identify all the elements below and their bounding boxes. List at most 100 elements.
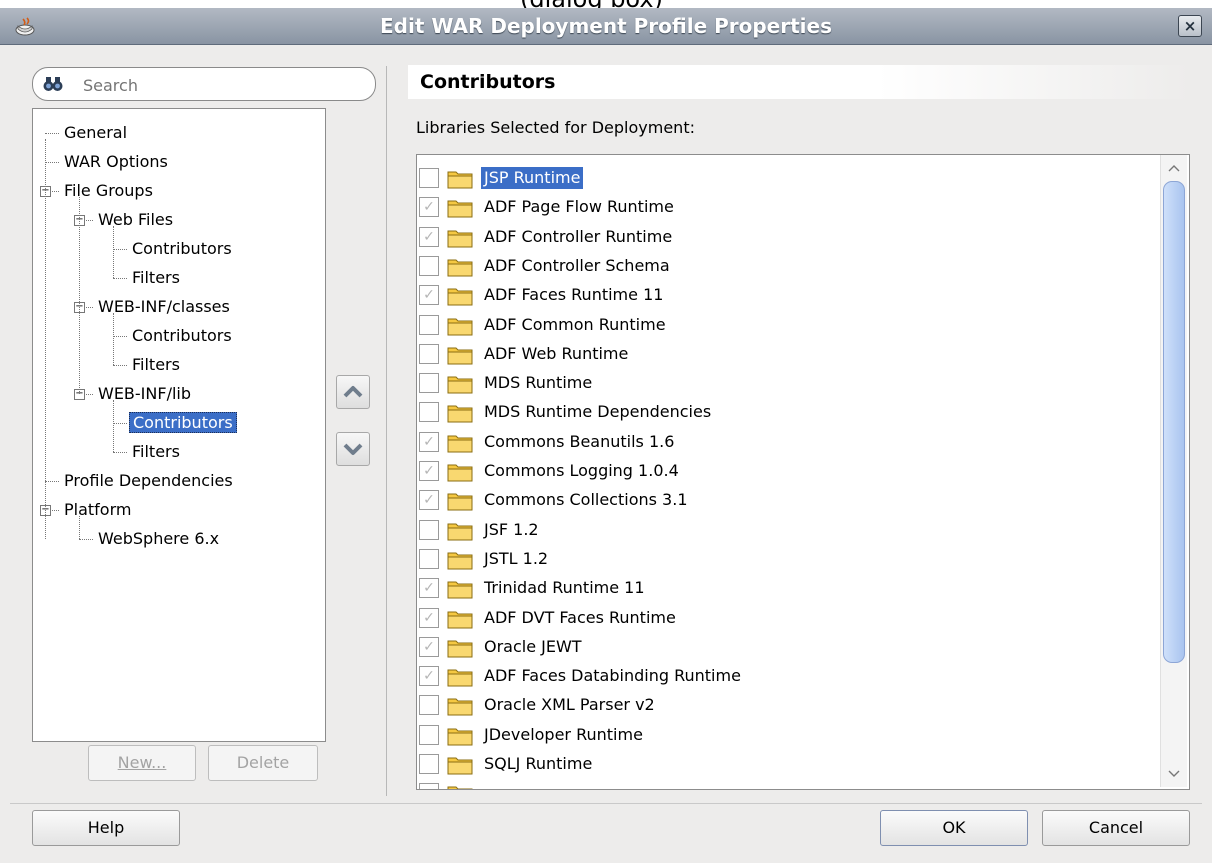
library-checkbox[interactable]	[419, 314, 439, 335]
tree-item[interactable]: Platform	[61, 496, 134, 523]
library-checkbox[interactable]	[419, 343, 439, 364]
library-checkbox[interactable]	[419, 754, 439, 774]
scroll-down-icon[interactable]	[1167, 767, 1181, 781]
library-checkbox[interactable]	[419, 255, 439, 276]
new-button[interactable]: New...	[88, 745, 196, 781]
tree-item[interactable]: WEB-INF/classes	[95, 293, 233, 320]
library-checkbox[interactable]: ✓	[419, 578, 439, 599]
tree-item[interactable]: Contributors	[129, 235, 235, 262]
library-checkbox[interactable]	[419, 695, 439, 716]
library-row[interactable]: JSTL 1.2	[417, 545, 1157, 574]
library-row[interactable]: ✓ ADF Page Flow Runtime	[417, 193, 1157, 222]
tree-item[interactable]: Web Files	[95, 206, 176, 233]
library-checkbox[interactable]	[419, 168, 439, 188]
close-button[interactable]: ×	[1178, 15, 1202, 37]
library-checkbox[interactable]: ✓	[419, 490, 439, 511]
library-checkbox[interactable]	[419, 519, 439, 540]
library-row[interactable]: JDeveloper Runtime	[417, 721, 1157, 750]
tree-guide-line	[113, 313, 114, 365]
ok-button[interactable]: OK	[880, 810, 1028, 846]
binoculars-icon	[43, 77, 63, 91]
navigation-tree[interactable]: General WAR Options − File Groups − Web Files…	[32, 108, 326, 742]
tree-item[interactable]: WEB-INF/lib	[95, 380, 194, 407]
tree-item[interactable]: File Groups	[61, 177, 156, 204]
library-checkbox[interactable]	[419, 373, 439, 394]
panel-divider[interactable]	[386, 66, 387, 796]
library-name: ADF Common Runtime	[484, 314, 666, 334]
tree-item[interactable]: WebSphere 6.x	[95, 525, 222, 552]
scroll-up-icon[interactable]	[1167, 161, 1181, 175]
library-row[interactable]: ✓ Commons Collections 3.1	[417, 486, 1157, 515]
tree-item-label: Profile Dependencies	[64, 471, 233, 490]
move-down-button[interactable]	[336, 432, 370, 466]
library-row[interactable]: MDS Runtime Dependencies	[417, 398, 1157, 427]
tree-item[interactable]: General	[61, 119, 130, 146]
libraries-list[interactable]: JSP Runtime ✓ ADF Page Flow Runtime ✓ ADF Co…	[416, 154, 1190, 790]
library-row[interactable]: ADF Controller Schema	[417, 252, 1157, 281]
tree-item-label: WebSphere 6.x	[98, 529, 220, 548]
tree-item[interactable]: Filters	[129, 264, 183, 291]
tree-item-label: Filters	[132, 442, 180, 461]
library-row[interactable]: ✓ Commons Beanutils 1.6	[417, 428, 1157, 457]
dialog-window: Edit WAR Deployment Profile Properties ×…	[0, 8, 1212, 863]
tree-item[interactable]: Filters	[129, 438, 183, 465]
library-checkbox[interactable]: ✓	[419, 431, 439, 452]
library-row[interactable]: JSF 1.2	[417, 516, 1157, 545]
library-checkbox[interactable]: ✓	[419, 197, 439, 218]
tree-connector	[113, 452, 127, 453]
library-checkbox[interactable]: ✓	[419, 636, 439, 657]
search-input[interactable]	[81, 72, 365, 98]
library-checkbox[interactable]	[419, 783, 439, 789]
library-checkbox[interactable]	[419, 402, 439, 423]
tree-item[interactable]: WAR Options	[61, 148, 171, 175]
tree-item[interactable]: Profile Dependencies	[61, 467, 236, 494]
library-row[interactable]: MDS Runtime	[417, 369, 1157, 398]
tree-item[interactable]: Contributors	[129, 409, 237, 436]
window-title: Edit WAR Deployment Profile Properties	[379, 14, 832, 38]
library-checkbox[interactable]: ✓	[419, 666, 439, 687]
folder-icon	[447, 230, 473, 248]
library-row[interactable]: ADF Common Runtime	[417, 311, 1157, 340]
cancel-button[interactable]: Cancel	[1042, 810, 1190, 846]
library-checkbox[interactable]: ✓	[419, 285, 439, 306]
library-name: Oracle XML Parser v2	[484, 695, 655, 715]
delete-button[interactable]: Delete	[208, 745, 318, 781]
library-row[interactable]	[417, 779, 1157, 789]
library-row[interactable]: ✓ ADF Faces Databinding Runtime	[417, 662, 1157, 691]
tree-item-label: Contributors	[132, 239, 232, 258]
folder-icon	[447, 493, 473, 511]
library-row[interactable]: ✓ ADF DVT Faces Runtime	[417, 604, 1157, 633]
tree-item[interactable]: Filters	[129, 351, 183, 378]
library-checkbox[interactable]: ✓	[419, 607, 439, 628]
library-checkbox[interactable]	[419, 548, 439, 569]
library-row[interactable]: Oracle XML Parser v2	[417, 691, 1157, 720]
library-row[interactable]: ✓ Commons Logging 1.0.4	[417, 457, 1157, 486]
folder-icon	[447, 640, 473, 658]
library-checkbox[interactable]: ✓	[419, 226, 439, 247]
library-name: Commons Collections 3.1	[484, 490, 688, 510]
section-header: Contributors	[408, 65, 1190, 99]
tree-item[interactable]: Contributors	[129, 322, 235, 349]
tree-item-label: Contributors	[129, 412, 237, 433]
search-box[interactable]	[32, 67, 376, 101]
library-checkbox[interactable]	[419, 724, 439, 745]
tree-guide-line	[79, 197, 80, 394]
library-row[interactable]: ✓ ADF Controller Runtime	[417, 223, 1157, 252]
folder-icon	[447, 259, 473, 277]
library-row[interactable]: ✓ Oracle JEWT	[417, 633, 1157, 662]
delete-button-label: Delete	[236, 753, 290, 772]
library-row[interactable]: ✓ ADF Faces Runtime 11	[417, 281, 1157, 310]
ok-button-label: OK	[942, 818, 966, 837]
library-row[interactable]: JSP Runtime	[417, 164, 1157, 193]
help-button[interactable]: Help	[32, 810, 180, 846]
tree-item-label: Platform	[64, 500, 132, 519]
move-up-button[interactable]	[336, 375, 370, 409]
library-row[interactable]: SQLJ Runtime	[417, 750, 1157, 779]
library-name: SQLJ Runtime	[484, 754, 593, 773]
vertical-scrollbar[interactable]	[1160, 155, 1187, 787]
library-row[interactable]: ✓ Trinidad Runtime 11	[417, 574, 1157, 603]
library-row[interactable]: ADF Web Runtime	[417, 340, 1157, 369]
scrollbar-thumb[interactable]	[1163, 181, 1185, 663]
library-checkbox[interactable]: ✓	[419, 461, 439, 481]
cancel-button-label: Cancel	[1088, 818, 1144, 837]
